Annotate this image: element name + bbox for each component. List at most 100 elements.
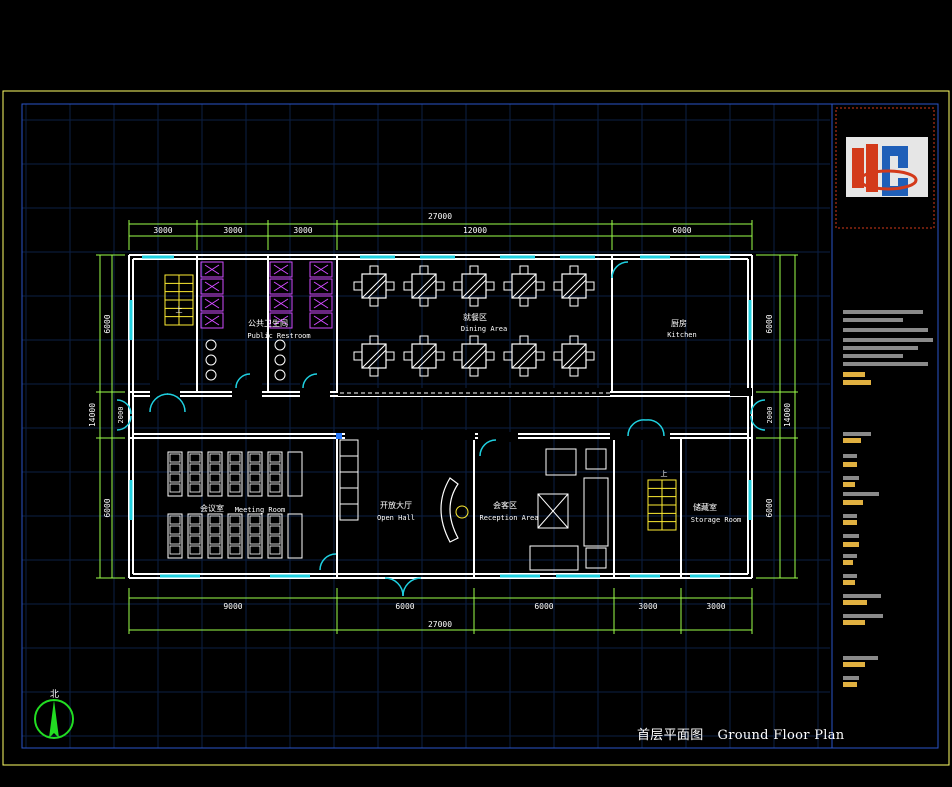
chair xyxy=(585,281,595,291)
chair xyxy=(535,351,545,361)
chair xyxy=(435,281,445,291)
table-hatch xyxy=(411,343,437,369)
chair xyxy=(519,297,529,307)
meeting-chair xyxy=(249,473,261,483)
meeting-chair xyxy=(269,535,281,545)
chair xyxy=(369,265,379,275)
meeting-chair xyxy=(169,483,181,493)
furniture-layout xyxy=(164,261,677,571)
door-swing xyxy=(479,439,497,457)
meeting-chair xyxy=(169,453,181,463)
dim-bottom-3: 3000 xyxy=(638,602,657,611)
toilet xyxy=(204,315,220,326)
dim-top-4: 6000 xyxy=(672,226,691,235)
opening xyxy=(610,430,670,440)
table-hatch xyxy=(361,273,387,299)
meeting-chair xyxy=(269,453,281,463)
meeting-chair xyxy=(229,453,241,463)
chair xyxy=(385,281,395,291)
label-storage-en: Storage Room xyxy=(691,516,742,524)
sink xyxy=(205,369,217,381)
meeting-chair xyxy=(229,515,241,525)
toilet xyxy=(204,281,220,292)
meeting-chair xyxy=(189,525,201,535)
label-meeting-en: Meeting Room xyxy=(235,506,286,514)
meeting-chair xyxy=(209,473,221,483)
table-hatch xyxy=(411,273,437,299)
label-stair-up: 上 xyxy=(661,469,668,478)
dim-right-2: 6000 xyxy=(765,498,774,517)
meeting-chair xyxy=(249,483,261,493)
meeting-chair xyxy=(209,545,221,555)
chair xyxy=(453,351,463,361)
dim-top-2: 3000 xyxy=(293,226,312,235)
label-meeting-cn: 会议室 xyxy=(200,503,224,513)
toilet xyxy=(204,264,220,275)
chair xyxy=(353,351,363,361)
meeting-chair xyxy=(189,483,201,493)
dim-bottom-2: 6000 xyxy=(534,602,553,611)
chair xyxy=(485,351,495,361)
opening xyxy=(730,388,752,396)
drawing-title-en: Ground Floor Plan xyxy=(717,728,845,743)
opening xyxy=(150,380,180,400)
label-hall-en: Open Hall xyxy=(377,514,415,522)
chair xyxy=(553,281,563,291)
label-reception-en: Reception Area xyxy=(479,514,538,522)
label-dining-en: Dining Area xyxy=(461,325,507,333)
chair xyxy=(503,281,513,291)
meeting-chair xyxy=(249,463,261,473)
dimension-lines: 3000 3000 3000 12000 6000 27000 9000 6000 6000 30… xyxy=(88,212,798,634)
furniture-item xyxy=(585,448,607,470)
toilet xyxy=(313,281,329,292)
drawing-grid xyxy=(22,104,830,748)
meeting-chair xyxy=(209,525,221,535)
building-windows xyxy=(129,255,752,578)
meeting-chair xyxy=(269,473,281,483)
column-marker xyxy=(336,433,342,439)
chair xyxy=(353,281,363,291)
chair xyxy=(369,367,379,377)
label-reception-cn: 会客区 xyxy=(493,500,517,510)
meeting-chair xyxy=(189,463,201,473)
chair xyxy=(535,281,545,291)
chair xyxy=(485,281,495,291)
dining-table xyxy=(403,335,445,377)
chair xyxy=(585,351,595,361)
label-dining-cn: 就餐区 xyxy=(463,312,487,322)
dining-table xyxy=(353,265,395,307)
dim-left-0: 6000 xyxy=(103,314,112,333)
meeting-chair xyxy=(169,473,181,483)
label-storage-cn: 储藏室 xyxy=(693,502,717,512)
table-hatch xyxy=(561,343,587,369)
meeting-chair xyxy=(189,473,201,483)
meeting-chair xyxy=(249,545,261,555)
sink xyxy=(274,339,286,351)
chair xyxy=(419,297,429,307)
dim-top-3: 12000 xyxy=(463,226,487,235)
meeting-chair xyxy=(209,463,221,473)
dim-bottom-total: 27000 xyxy=(428,620,452,629)
dim-right-total: 14000 xyxy=(783,403,792,427)
dim-top-1: 3000 xyxy=(223,226,242,235)
north-label: 北 xyxy=(50,689,59,700)
meeting-chair xyxy=(229,545,241,555)
dim-right-1: 2000 xyxy=(766,407,774,424)
chair xyxy=(569,297,579,307)
meeting-chair xyxy=(209,515,221,525)
dim-top-total: 27000 xyxy=(428,212,452,221)
chair xyxy=(503,351,513,361)
label-kitchen-en: Kitchen xyxy=(667,331,697,339)
opening xyxy=(338,388,610,396)
meeting-chair xyxy=(189,453,201,463)
dim-left-1: 2000 xyxy=(117,407,125,424)
meeting-chair xyxy=(269,525,281,535)
floor-plan-drawing: 3000 3000 3000 12000 6000 27000 9000 6000 6000 30… xyxy=(2,90,950,766)
chair xyxy=(519,265,529,275)
furniture-item xyxy=(583,477,609,547)
north-arrow-icon: 北 xyxy=(34,689,74,739)
chair xyxy=(403,281,413,291)
table-hatch xyxy=(511,343,537,369)
meeting-chair xyxy=(189,535,201,545)
meeting-chair xyxy=(269,483,281,493)
